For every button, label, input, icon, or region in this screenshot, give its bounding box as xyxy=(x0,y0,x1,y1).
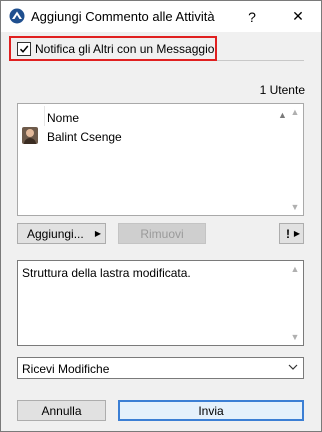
column-header-name[interactable]: Nome xyxy=(47,111,79,125)
list-item[interactable]: Balint Csenge xyxy=(18,126,288,148)
user-name: Balint Csenge xyxy=(47,130,122,144)
send-label: Invia xyxy=(198,403,224,418)
comment-text[interactable]: Struttura della lastra modificata. xyxy=(22,266,191,280)
remove-user-label: Rimuovi xyxy=(140,226,184,241)
priority-label: ! xyxy=(286,226,290,241)
select-value: Ricevi Modifiche xyxy=(22,362,110,376)
remove-user-button[interactable]: Rimuovi xyxy=(118,223,206,244)
comment-scrollbar[interactable]: ▲ ▼ xyxy=(287,261,303,345)
window-title: Aggiungi Commento alle Attività xyxy=(31,9,215,24)
triangle-right-icon: ▶ xyxy=(94,229,101,238)
chevron-down-icon[interactable] xyxy=(288,362,298,375)
sort-ascending-icon[interactable]: ▲ xyxy=(278,110,287,120)
priority-menu-button[interactable]: ! ▶ xyxy=(279,223,304,244)
title-bar: Aggiungi Commento alle Attività ? ✕ xyxy=(1,1,321,32)
notification-type-select[interactable]: Ricevi Modifiche xyxy=(17,357,304,379)
app-logo-icon xyxy=(9,8,25,24)
notify-checkbox[interactable] xyxy=(17,41,31,56)
scroll-down-icon[interactable]: ▼ xyxy=(287,199,303,215)
notify-checkbox-row[interactable]: Notifica gli Altri con un Messaggio xyxy=(9,36,217,61)
dialog-window: Aggiungi Commento alle Attività ? ✕ Noti… xyxy=(0,0,322,432)
checkmark-icon xyxy=(19,45,29,53)
scroll-up-icon[interactable]: ▲ xyxy=(287,104,303,120)
scroll-up-icon[interactable]: ▲ xyxy=(287,261,303,277)
close-button[interactable]: ✕ xyxy=(275,1,321,32)
user-avatar xyxy=(22,127,38,144)
notify-checkbox-label[interactable]: Notifica gli Altri con un Messaggio xyxy=(35,42,214,56)
users-list-scrollbar[interactable]: ▲ ▼ xyxy=(287,104,303,215)
cancel-label: Annulla xyxy=(41,403,82,418)
triangle-right-icon: ▶ xyxy=(293,229,300,238)
cancel-button[interactable]: Annulla xyxy=(17,400,106,421)
send-button[interactable]: Invia xyxy=(118,400,304,421)
add-user-button[interactable]: Aggiungi... ▶ xyxy=(17,223,106,244)
comment-textarea[interactable]: Struttura della lastra modificata. ▲ ▼ xyxy=(17,260,304,346)
scroll-down-icon[interactable]: ▼ xyxy=(287,329,303,345)
column-separator xyxy=(44,106,45,126)
user-count: 1 Utente xyxy=(259,83,305,97)
help-button[interactable]: ? xyxy=(229,1,275,32)
users-list[interactable]: Nome ▲ Balint Csenge ▲ ▼ xyxy=(17,103,304,216)
add-user-label: Aggiungi... xyxy=(27,226,84,241)
divider xyxy=(217,60,304,61)
